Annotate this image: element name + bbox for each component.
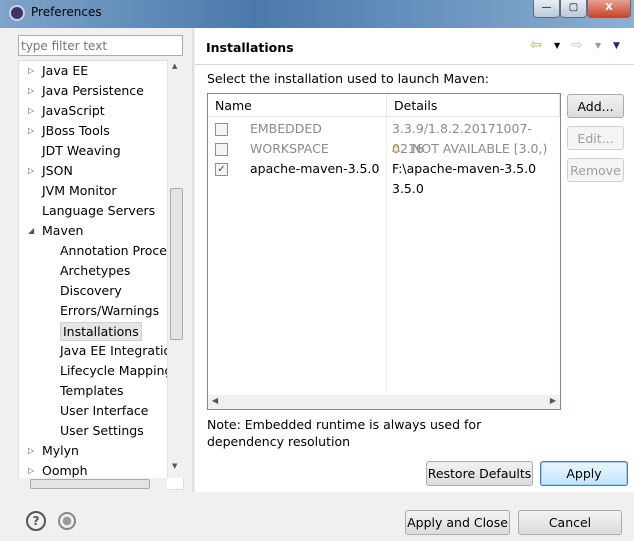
minimize-button[interactable]: — — [533, 0, 560, 18]
tree-item-label: JVM Monitor — [42, 183, 117, 198]
tree-item-label: JBoss Tools — [42, 123, 110, 138]
tree-item-label: Installations — [60, 322, 142, 341]
cancel-button[interactable]: Cancel — [518, 510, 622, 535]
installations-table: Name Details EMBEDDED 3.3.9/1.8.2.201710… — [207, 93, 561, 410]
tree-item-label: Templates — [60, 383, 124, 398]
collapsed-arrow-icon[interactable]: ▷ — [28, 121, 34, 141]
warning-icon: ⚠ — [391, 142, 401, 155]
collapsed-arrow-icon[interactable]: ▷ — [28, 441, 34, 461]
add-button[interactable]: Add... — [567, 94, 624, 118]
tree-item-label: User Settings — [60, 423, 144, 438]
tree-item-label: Language Servers — [42, 203, 156, 218]
sash[interactable] — [192, 28, 194, 492]
collapsed-arrow-icon[interactable]: ▷ — [28, 61, 34, 81]
embedded-runtime-note: Note: Embedded runtime is always used fo… — [207, 417, 482, 449]
tree-item-label: JavaScript — [42, 103, 105, 118]
row-checkbox[interactable] — [215, 123, 228, 136]
collapsed-arrow-icon[interactable]: ▷ — [28, 101, 34, 121]
remove-button[interactable]: Remove — [567, 158, 624, 182]
table-row[interactable]: ✓ apache-maven-3.5.0 F:\apache-maven-3.5… — [208, 159, 560, 196]
filter-input[interactable] — [18, 35, 183, 56]
collapsed-arrow-icon[interactable]: ▷ — [28, 161, 34, 181]
tree-item-label: JDT Weaving — [42, 143, 121, 158]
tree-item-label: Mylyn — [42, 443, 79, 458]
installation-details: NOT AVAILABLE [3.0,) — [412, 141, 548, 156]
tree-item-label: Discovery — [60, 283, 122, 298]
eclipse-icon — [9, 5, 25, 21]
description-label: Select the installation used to launch M… — [207, 71, 489, 86]
installation-name: apache-maven-3.5.0 — [250, 161, 380, 176]
divider — [195, 64, 634, 65]
maximize-button[interactable]: ▢ — [560, 0, 587, 18]
close-button[interactable]: X — [587, 0, 631, 18]
installation-name: EMBEDDED — [250, 121, 322, 136]
scroll-thumb[interactable] — [170, 188, 183, 340]
apply-and-close-button[interactable]: Apply and Close — [405, 510, 510, 535]
window-title: Preferences — [31, 5, 102, 19]
tree-item-label: JSON — [42, 163, 73, 178]
forward-arrow-icon[interactable]: ⇨ — [571, 37, 583, 53]
expanded-arrow-icon[interactable]: ◢ — [28, 221, 34, 241]
table-row[interactable]: WORKSPACE ⚠ NOT AVAILABLE [3.0,) — [208, 139, 560, 159]
tree-vertical-scrollbar[interactable]: ▲ ▼ — [167, 60, 184, 478]
back-menu-chevron-icon[interactable]: ▼ — [554, 41, 560, 50]
tree-item-label: Maven — [42, 223, 84, 238]
restore-defaults-button[interactable]: Restore Defaults — [426, 461, 533, 486]
row-checkbox[interactable]: ✓ — [215, 163, 228, 176]
record-icon[interactable] — [58, 512, 76, 530]
apply-button[interactable]: Apply — [540, 461, 628, 486]
forward-menu-chevron-icon[interactable]: ▼ — [595, 41, 601, 50]
tree-item-label: Archetypes — [60, 263, 131, 278]
scroll-thumb[interactable] — [30, 479, 150, 489]
view-menu-chevron-icon[interactable]: ▼ — [613, 41, 620, 51]
preference-tree: ▷ Java EE ▷ Java Persistence ▷ JavaScript ▷ JBo… — [18, 60, 184, 490]
column-header-details[interactable]: Details — [387, 94, 560, 117]
tree-item-label: Lifecycle Mappings — [60, 363, 179, 378]
installation-details: F:\apache-maven-3.5.0 3.5.0 — [392, 161, 537, 196]
table-row[interactable]: EMBEDDED 3.3.9/1.8.2.20171007-0216 — [208, 119, 560, 156]
tree-item-label: Java EE — [42, 63, 89, 78]
installation-name: WORKSPACE — [250, 141, 329, 156]
row-checkbox[interactable] — [215, 143, 228, 156]
edit-button[interactable]: Edit... — [567, 126, 624, 150]
tree-item-label: Errors/Warnings — [60, 303, 160, 318]
tree-horizontal-scrollbar[interactable] — [18, 478, 167, 490]
back-arrow-icon[interactable]: ⇦ — [530, 37, 542, 53]
table-horizontal-scrollbar[interactable]: ◀ ▶ — [208, 395, 560, 409]
tree-item-label: Java Persistence — [42, 83, 144, 98]
tree-item-label: Annotation Processing — [60, 243, 183, 258]
page-title: Installations — [206, 40, 294, 55]
collapsed-arrow-icon[interactable]: ▷ — [28, 81, 34, 101]
tree-item-label: Java EE Integration — [60, 343, 180, 358]
help-icon[interactable]: ? — [26, 511, 46, 531]
column-header-name[interactable]: Name — [208, 94, 387, 117]
tree-item-label: User Interface — [60, 403, 149, 418]
